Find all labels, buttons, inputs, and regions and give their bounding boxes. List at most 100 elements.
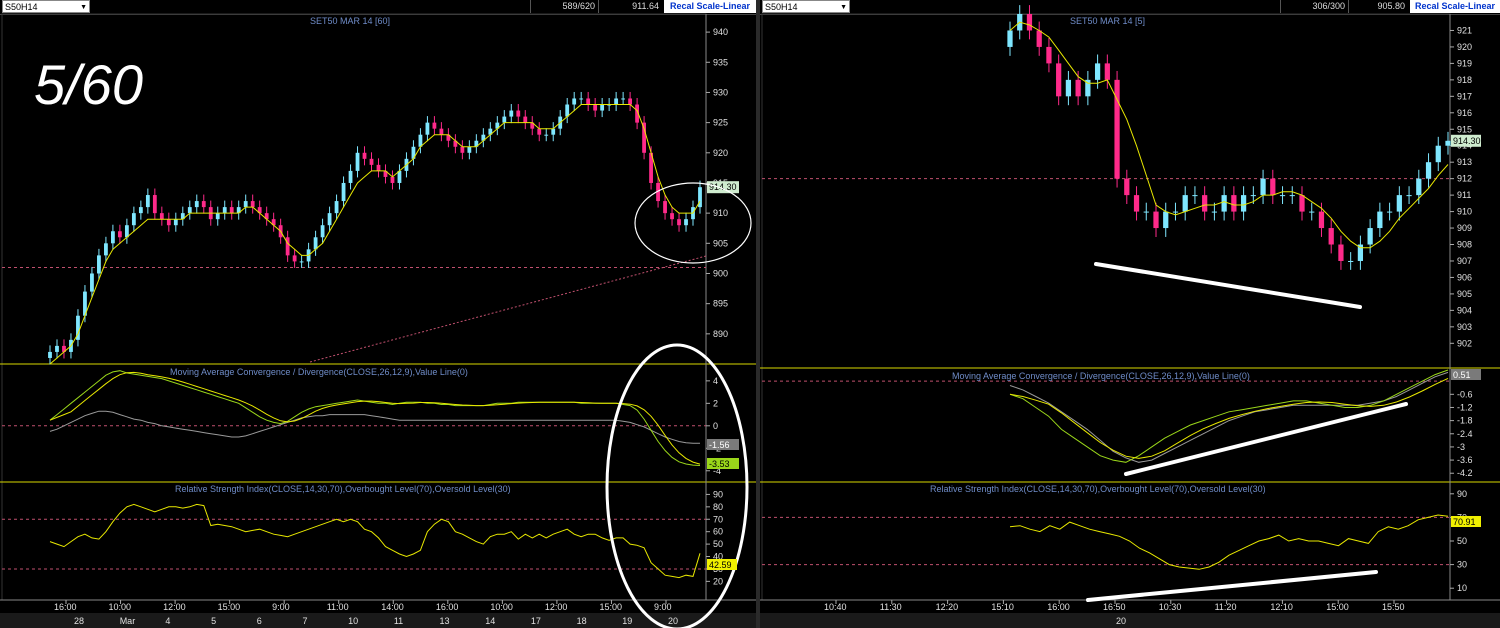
y-tick-label: 908 [1457,240,1472,250]
date-strip [0,613,756,628]
y-tick-label: 905 [1457,289,1472,299]
candle-body [1124,178,1130,196]
y-tick-label: 913 [1457,157,1472,167]
timeframe-overlay-label: 5/60 [34,53,143,116]
y-tick-label: -2.4 [1457,429,1473,439]
y-tick-label: -4.2 [1457,468,1473,478]
candle-body [1007,30,1013,47]
x-date-label: 14 [485,616,495,626]
panel-frame [1,481,707,601]
annotation-ellipse-indicators [605,343,749,628]
candle-body [1435,145,1441,163]
y-tick-label: 920 [1457,42,1472,52]
y-tick-label: 935 [713,57,728,67]
candle-body [55,345,59,352]
candle-body [1279,195,1286,197]
candle-body [1318,211,1325,229]
candle-body [1104,63,1110,80]
y-tick-label: 20 [713,576,723,586]
candle-body [425,122,430,135]
y-tick-label: 930 [713,87,728,97]
y-tick-label: 907 [1457,256,1472,266]
x-tick-label: 15:50 [1382,602,1405,612]
y-tick-label: 905 [713,238,728,248]
candle-body [439,128,444,135]
candle-body [1143,211,1149,213]
candle-body [1202,195,1208,212]
y-tick-label: 917 [1457,91,1472,101]
candle-body [187,207,192,214]
candle-body [593,104,598,111]
x-tick-label: 10:00 [490,602,513,612]
candle-body [621,98,626,100]
candle-body [131,213,136,226]
candle-body [1240,195,1247,212]
y-tick-label: 940 [713,27,728,37]
candle-body [1133,195,1140,212]
candle-body [418,134,423,147]
candle-body [1036,30,1042,47]
candle-body [194,201,199,208]
x-date-label: 19 [622,616,632,626]
x-tick-label: 11:20 [1215,602,1237,612]
y-tick-label: 4 [713,376,718,386]
candle-body [1260,178,1266,196]
candle-body [117,231,122,238]
candle-body [509,110,514,117]
panel-frame [761,367,1451,483]
panel-frame [1,363,707,483]
price-panel-title: SET50 MAR 14 [5] [1070,16,1145,26]
last-price-tag: 914.30 [709,182,737,192]
x-date-label: 4 [165,616,170,626]
y-tick-label: 70 [713,514,723,524]
candle-body [1386,211,1393,213]
candle-body [1289,195,1295,197]
y-tick-label: 60 [713,527,723,537]
candle-body [299,261,304,263]
candle-body [152,195,157,214]
candle-body [572,98,577,105]
left-chart-pane[interactable]: S50H14 ▼ 589/620 911.64 Recal Scale-Line… [0,0,756,628]
y-tick-label: 80 [713,502,723,512]
x-tick-label: 12:00 [545,602,568,612]
candle-body [1153,211,1159,229]
y-tick-label: 30 [1457,560,1467,570]
x-date-label: 11 [394,616,403,626]
rsi-panel-title: Relative Strength Index(CLOSE,14,30,70),… [930,484,1266,494]
candle-body [376,164,381,171]
candle-body [1328,228,1334,245]
macd-tag-1: -1.56 [709,440,730,450]
candle-body [432,122,437,129]
candle-body [642,122,646,153]
x-tick-label: 16:00 [1047,602,1070,612]
right-chart-pane[interactable]: S50H14 ▼ 306/300 905.80 Recal Scale-Line… [760,0,1500,628]
candle-body [222,207,227,214]
candle-body [1163,211,1169,229]
y-tick-label: 50 [713,539,723,549]
rsi-line [1009,514,1449,570]
annotation-trendline-macd [1124,402,1408,476]
y-tick-label: 904 [1457,305,1472,315]
x-tick-label: 9:00 [654,602,672,612]
y-tick-label: 2 [713,398,718,408]
x-tick-label: 11:00 [327,602,349,612]
candle-body [579,98,584,100]
candle-body [614,98,619,105]
x-date-label: 18 [577,616,587,626]
candle-body [1406,195,1412,197]
y-tick-label: 916 [1457,108,1472,118]
x-tick-label: 12:00 [163,602,186,612]
panel-frame [761,481,1451,601]
candle-body [334,201,339,214]
candle-body [390,176,395,183]
candle-body [369,158,374,165]
x-tick-label: 10:40 [824,602,847,612]
macd-panel-title: Moving Average Convergence / Divergence(… [170,367,468,377]
candle-body [1211,211,1218,213]
y-tick-label: 912 [1457,174,1472,184]
x-date-label: 5 [211,616,216,626]
candle-body [1231,195,1237,212]
annotation-trendline-rsi [1086,570,1378,602]
macd-tag-2: -3.53 [709,459,730,469]
candle-body [1056,63,1062,97]
